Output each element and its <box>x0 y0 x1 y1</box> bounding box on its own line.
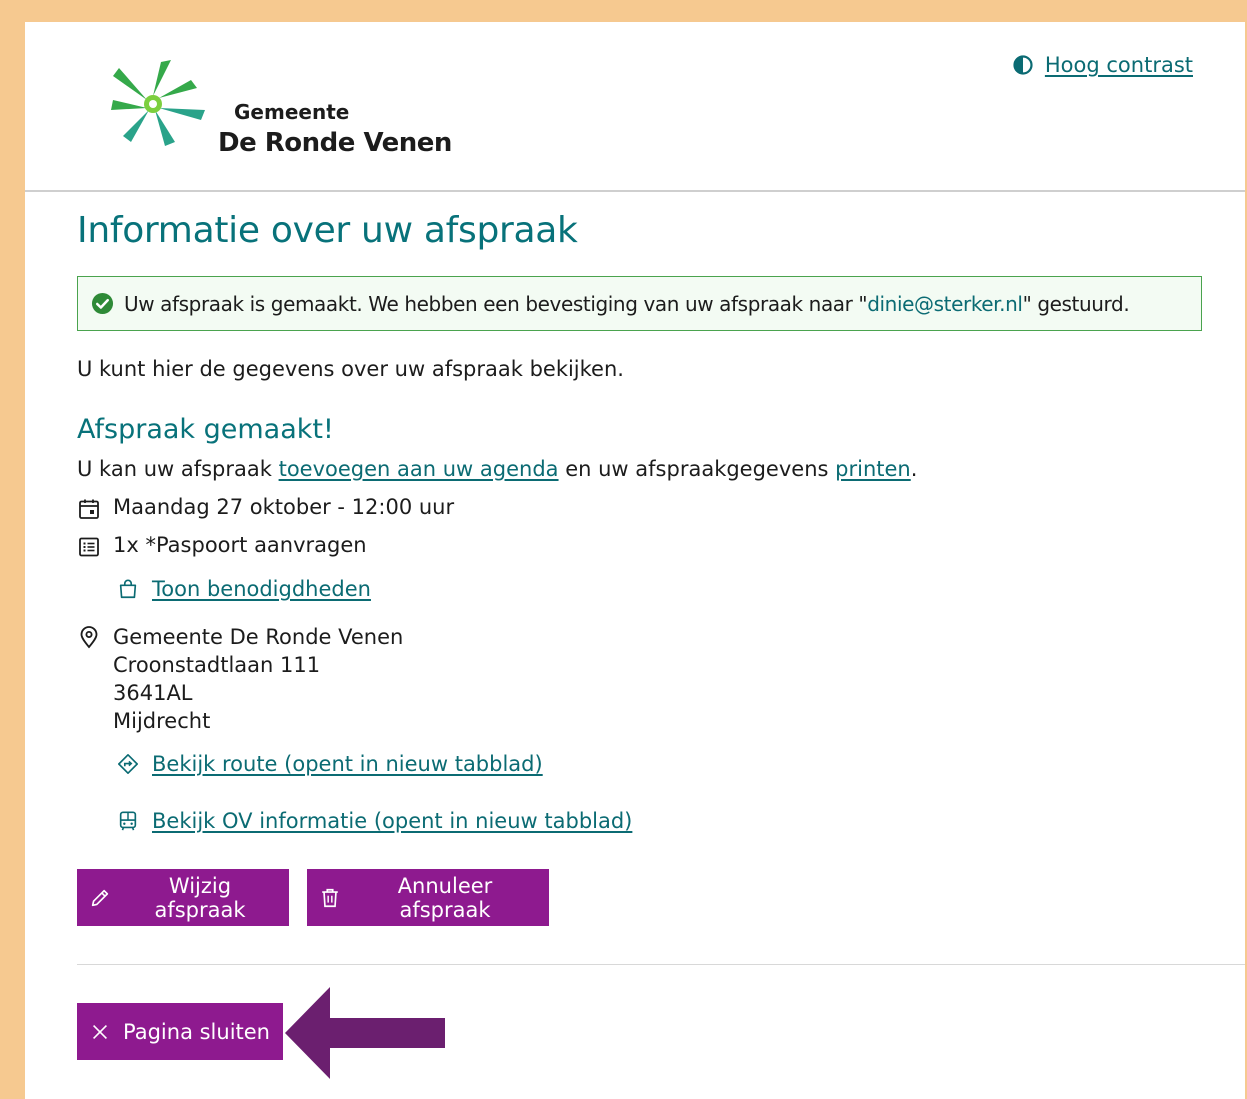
hint-text-middle: en uw afspraakgegevens <box>558 457 836 481</box>
route-row[interactable]: Bekijk route (opent in nieuw tabblad) <box>117 752 543 776</box>
appointment-product-row: 1x *Paspoort aanvragen <box>77 533 367 559</box>
municipality-logo-icon[interactable] <box>93 54 219 146</box>
high-contrast-toggle[interactable]: Hoog contrast <box>1013 53 1193 77</box>
appointment-datetime: Maandag 27 oktober - 12:00 uur <box>113 495 455 519</box>
show-requirements-link[interactable]: Toon benodigdheden <box>152 577 371 601</box>
appointment-heading: Afspraak gemaakt! <box>77 414 334 445</box>
municipality-name-line1: Gemeente <box>234 100 350 124</box>
page-title: Informatie over uw afspraak <box>77 210 578 251</box>
alert-text-after: " gestuurd. <box>1022 291 1130 316</box>
map-pin-icon <box>80 626 98 649</box>
cancel-appointment-button[interactable]: Annuleer afspraak <box>307 869 549 926</box>
site-header: Gemeente De Ronde Venen Hoog contrast <box>25 22 1245 192</box>
hint-text-before: U kan uw afspraak <box>77 457 279 481</box>
appointment-datetime-row: Maandag 27 oktober - 12:00 uur <box>77 495 454 521</box>
municipality-name-line2: De Ronde Venen <box>218 128 452 158</box>
alert-text-before: Uw afspraak is gemaakt. We hebben een be… <box>124 291 868 316</box>
arrow-left-icon <box>285 987 445 1079</box>
success-alert: Uw afspraak is gemaakt. We hebben een be… <box>77 276 1202 331</box>
ov-row[interactable]: Bekijk OV informatie (opent in nieuw tab… <box>117 809 632 833</box>
add-to-agenda-link[interactable]: toevoegen aan uw agenda <box>279 457 559 481</box>
alert-message: Uw afspraak is gemaakt. We hebben een be… <box>124 291 1130 316</box>
close-page-label: Pagina sluiten <box>123 1019 270 1044</box>
agenda-print-hint: U kan uw afspraak toevoegen aan uw agend… <box>77 457 917 481</box>
cancel-appointment-label: Annuleer afspraak <box>397 873 493 922</box>
section-divider <box>77 964 1245 965</box>
print-link[interactable]: printen <box>835 457 911 481</box>
route-diamond-icon <box>118 754 138 774</box>
shopping-bag-icon <box>119 579 137 599</box>
view-route-link[interactable]: Bekijk route (opent in nieuw tabblad) <box>152 752 543 776</box>
intro-text: U kunt hier de gegevens over uw afspraak… <box>77 357 624 381</box>
bus-icon <box>119 811 137 831</box>
close-icon <box>92 1024 108 1039</box>
location-postcode: 3641AL <box>113 681 193 705</box>
trash-icon <box>322 888 338 907</box>
high-contrast-link[interactable]: Hoog contrast <box>1045 53 1193 77</box>
location-address: Gemeente De Ronde Venen Croonstadtlaan 1… <box>113 623 403 735</box>
location-name: Gemeente De Ronde Venen <box>113 625 404 649</box>
location-city: Mijdrecht <box>113 709 211 733</box>
calendar-icon <box>79 499 99 519</box>
hint-text-after: . <box>910 457 918 481</box>
check-circle-icon <box>91 292 114 315</box>
appointment-product: 1x *Paspoort aanvragen <box>113 533 367 557</box>
contrast-icon <box>1013 55 1033 75</box>
edit-appointment-label: Wijzig afspraak <box>154 873 246 922</box>
close-page-button[interactable]: Pagina sluiten <box>77 1003 283 1060</box>
alert-email: dinie@sterker.nl <box>867 291 1023 316</box>
pencil-icon <box>91 889 109 906</box>
edit-appointment-button[interactable]: Wijzig afspraak <box>77 869 289 926</box>
location-street: Croonstadtlaan 111 <box>113 653 321 677</box>
view-ov-info-link[interactable]: Bekijk OV informatie (opent in nieuw tab… <box>152 809 632 833</box>
list-icon <box>79 537 99 557</box>
page-frame: Gemeente De Ronde Venen Hoog contrast In… <box>25 22 1245 1099</box>
location-row: Gemeente De Ronde Venen Croonstadtlaan 1… <box>77 623 403 735</box>
requirements-row[interactable]: Toon benodigdheden <box>117 577 371 601</box>
